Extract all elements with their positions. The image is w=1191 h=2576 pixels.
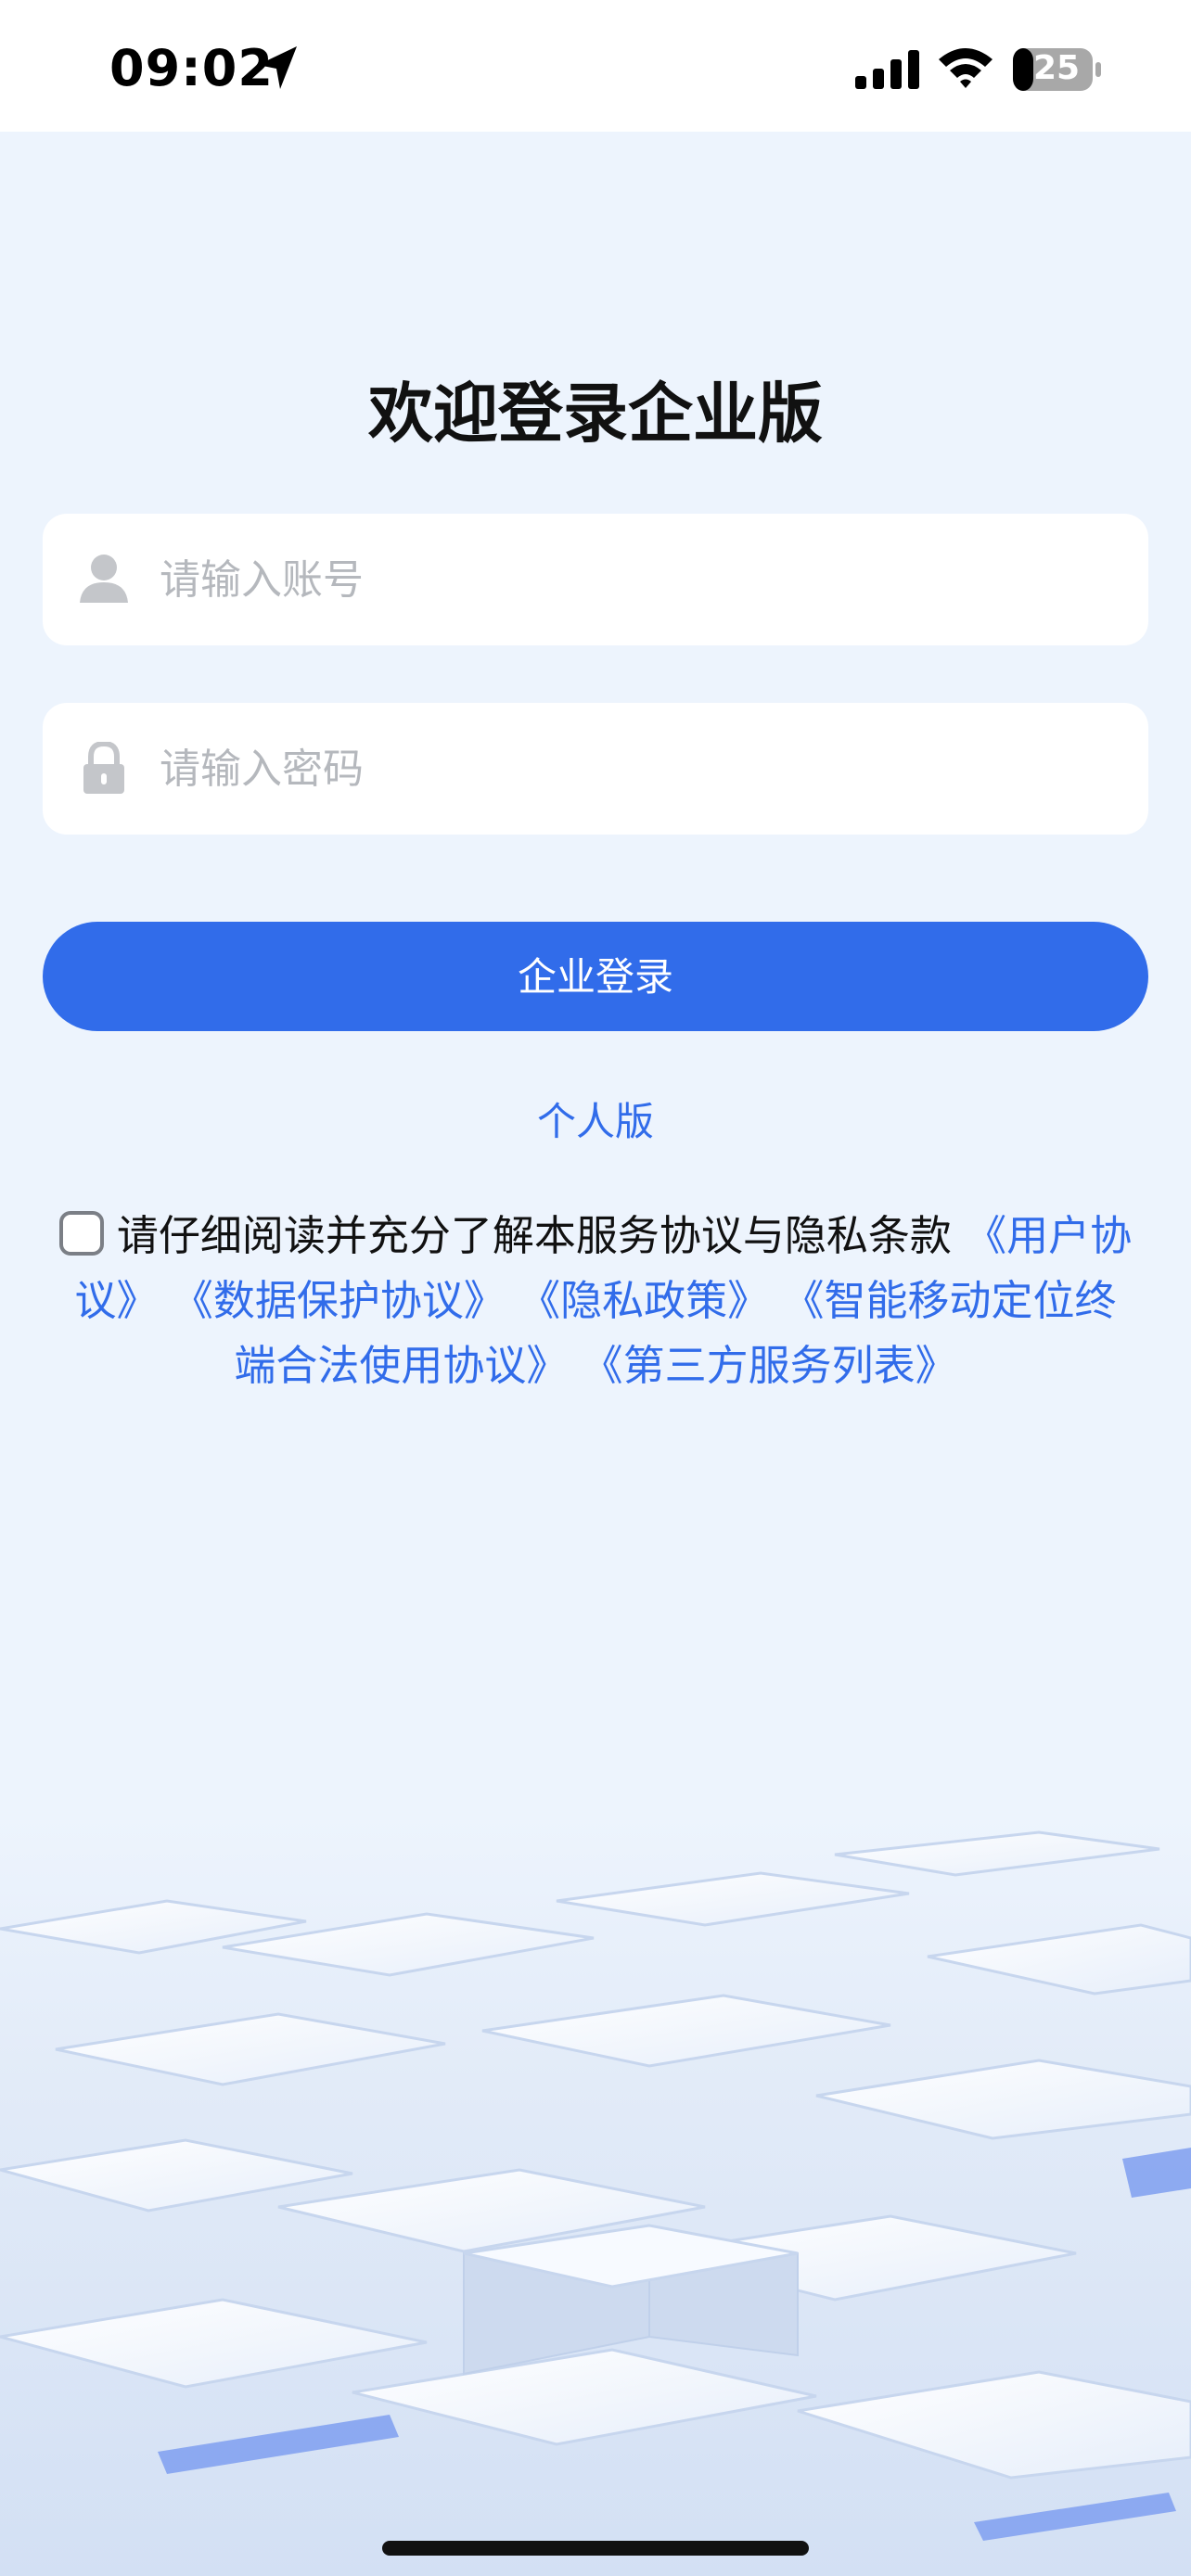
home-indicator <box>382 2541 809 2556</box>
decorative-cubes-background <box>0 1817 1191 2576</box>
agreement-text: 请仔细阅读并充分了解本服务协议与隐私条款 《用户协议》 《数据保护协议》 《隐私… <box>58 1204 1133 1398</box>
account-field[interactable] <box>43 514 1148 645</box>
wifi-icon <box>939 48 992 88</box>
battery-level: 25 <box>1032 49 1081 87</box>
status-time: 09:02 <box>109 39 274 97</box>
password-field[interactable] <box>43 703 1148 835</box>
account-input[interactable] <box>160 514 1106 645</box>
agreement-checkbox[interactable] <box>58 1211 104 1256</box>
status-bar: 09:02 25 <box>0 0 1191 132</box>
user-icon <box>80 555 128 603</box>
privacy-policy-link[interactable]: 《隐私政策》 <box>519 1276 769 1325</box>
personal-version-link[interactable]: 个人版 <box>0 1090 1191 1147</box>
data-protection-agreement-link[interactable]: 《数据保护协议》 <box>172 1276 506 1325</box>
agreement-intro: 请仔细阅读并充分了解本服务协议与隐私条款 <box>116 1211 952 1260</box>
cellular-signal-icon <box>855 50 919 89</box>
enterprise-login-button[interactable]: 企业登录 <box>43 922 1148 1031</box>
lock-icon <box>83 742 124 794</box>
password-input[interactable] <box>160 703 1106 835</box>
third-party-services-link[interactable]: 《第三方服务列表》 <box>582 1341 957 1390</box>
location-arrow-icon <box>258 46 297 89</box>
page-title: 欢迎登录企业版 <box>368 376 823 452</box>
